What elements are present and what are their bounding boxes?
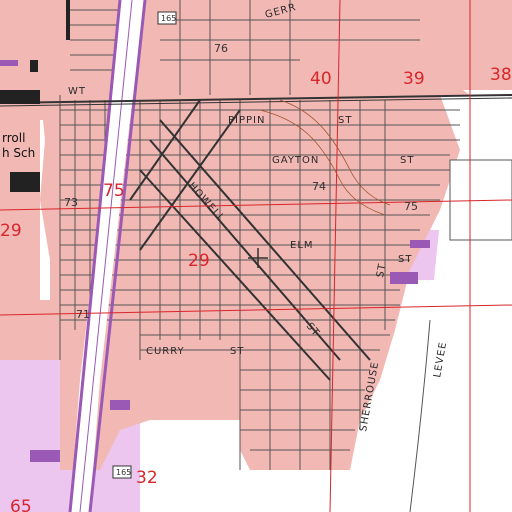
section-number-75: 75	[103, 181, 125, 201]
street-label-gayton: GAYTON	[272, 155, 319, 166]
elevation-75: 75	[404, 200, 418, 213]
section-number-29: 29	[188, 251, 210, 271]
elevation-76: 76	[214, 42, 228, 55]
section-number-32: 32	[136, 468, 158, 488]
svg-text:165: 165	[116, 468, 131, 477]
street-label-elm-st: ST	[398, 254, 412, 265]
place-label-school: h Sch	[2, 146, 35, 160]
elevation-74: 74	[312, 180, 326, 193]
section-number-65: 65	[10, 497, 32, 512]
street-label-pippin-st: ST	[338, 115, 352, 126]
map-canvas: 165 165 PIPPIN ST GAYTON ST ELM ST HOWEL…	[0, 0, 512, 512]
svg-text:165: 165	[161, 14, 176, 23]
topographic-map[interactable]: 165 165 PIPPIN ST GAYTON ST ELM ST HOWEL…	[0, 0, 512, 512]
section-number-39: 39	[403, 69, 425, 89]
section-number-29-left: 29	[0, 221, 22, 241]
street-label-wt: WT	[68, 86, 86, 97]
street-label-curry: CURRY	[146, 346, 185, 357]
street-label-curry-st: ST	[230, 346, 244, 357]
street-label-gayton-st: ST	[400, 155, 414, 166]
elevation-73: 73	[64, 196, 78, 209]
elevation-71: 71	[76, 308, 90, 321]
place-label-carroll: rroll	[2, 131, 25, 145]
section-number-40: 40	[310, 69, 332, 89]
highway-shield-bottom: 165	[112, 465, 132, 479]
section-number-38: 38	[490, 65, 512, 85]
street-label-elm: ELM	[290, 240, 314, 251]
highway-shield-top: 165	[157, 11, 177, 25]
street-label-pippin: PIPPIN	[228, 115, 265, 126]
